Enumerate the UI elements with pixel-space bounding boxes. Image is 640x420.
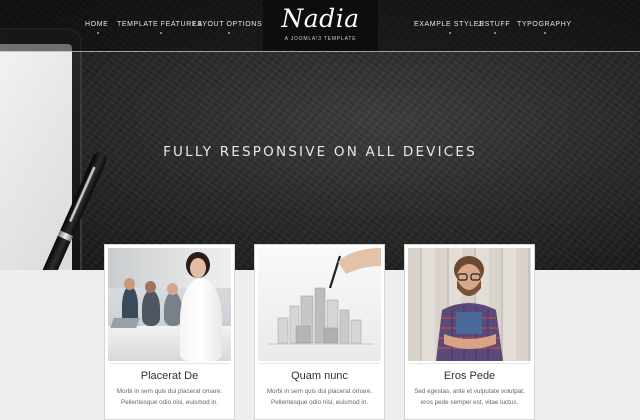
bearded-man-photo xyxy=(408,248,531,361)
top-navigation: HOME TEMPLATE FEATURES LAYOUT OPTIONS Na… xyxy=(0,0,640,52)
nav-item-example-styles[interactable]: EXAMPLE STYLES xyxy=(414,21,484,34)
card-text: Sed egestas, ante et vulputate volutpat,… xyxy=(409,386,530,408)
city-sketch-photo xyxy=(258,248,381,361)
feature-card[interactable]: Placerat De Morbi in sem quis dui placer… xyxy=(104,244,235,420)
card-text-line: Morbi in sem quis dui placerat ornare. xyxy=(266,388,373,395)
logo-name: Nadia xyxy=(281,4,360,33)
hero-title: FULLY RESPONSIVE ON ALL DEVICES xyxy=(163,144,477,160)
feature-card[interactable]: Eros Pede Sed egestas, ante et vulputate… xyxy=(404,244,535,420)
card-text-line: Sed egestas, ante et vulputate volutpat, xyxy=(414,388,525,395)
card-text-line: Morbi in sem quis dui placerat ornare. xyxy=(116,388,223,395)
nav-item-typography[interactable]: TYPOGRAPHY xyxy=(517,21,572,34)
nav-item-jstuff[interactable]: J!STUFF xyxy=(478,21,510,34)
nav-item-home[interactable]: HOME xyxy=(85,21,108,34)
card-title[interactable]: Placerat De xyxy=(105,370,234,382)
site-logo[interactable]: Nadia A JOOMLA!3 TEMPLATE xyxy=(263,0,378,51)
nav-item-template-features[interactable]: TEMPLATE FEATURES xyxy=(117,21,202,34)
card-text: Morbi in sem quis dui placerat ornare. P… xyxy=(109,386,230,408)
nav-item-layout-options[interactable]: LAYOUT OPTIONS xyxy=(193,21,262,34)
office-team-photo xyxy=(108,248,231,361)
card-text-line: Pellentesque odio nisi, euismod in. xyxy=(271,399,368,406)
card-title[interactable]: Quam nunc xyxy=(255,370,384,382)
card-text-line: eros pede semper est, vitae luctus. xyxy=(420,399,519,406)
feature-card[interactable]: Quam nunc Morbi in sem quis dui placerat… xyxy=(254,244,385,420)
card-title[interactable]: Eros Pede xyxy=(405,370,534,382)
card-text-line: Pellentesque odio nisi, euismod in. xyxy=(121,399,218,406)
logo-tagline: A JOOMLA!3 TEMPLATE xyxy=(284,36,357,42)
card-text: Morbi in sem quis dui placerat ornare. P… xyxy=(259,386,380,408)
